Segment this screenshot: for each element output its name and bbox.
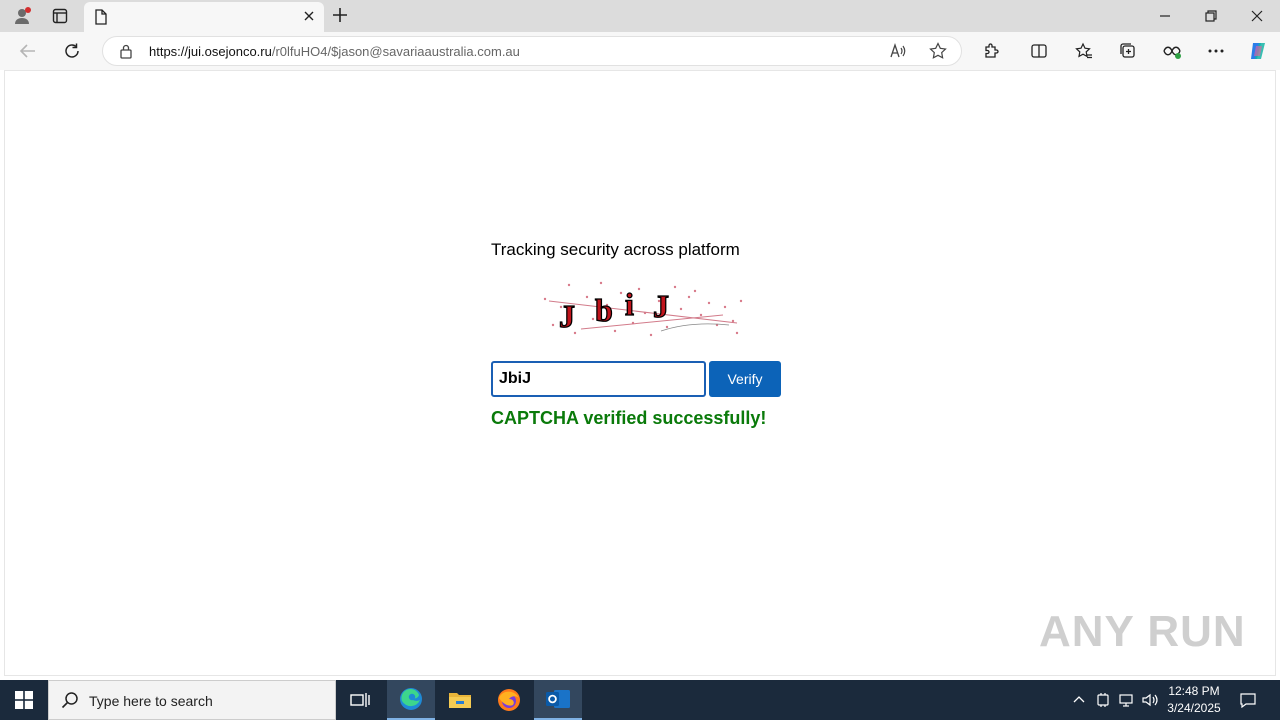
url-path: /r0lfuHO4/$jason@savariaaustralia.com.au [271,44,520,59]
tab-actions-icon[interactable] [46,4,74,28]
browser-essentials-icon[interactable] [1158,38,1186,64]
restore-icon[interactable] [1188,4,1234,28]
page-document-icon [94,9,108,30]
close-window-icon[interactable] [1234,4,1280,28]
start-button[interactable] [0,680,48,720]
more-options-icon[interactable] [1202,38,1230,64]
task-view-icon[interactable] [336,680,384,720]
refresh-icon[interactable] [58,38,86,64]
captcha-glyph-1: J [559,298,575,334]
copilot-icon[interactable] [1244,38,1272,64]
outlook-icon[interactable] [534,680,582,720]
lock-icon[interactable] [119,43,133,64]
favorites-icon[interactable] [1070,38,1098,64]
browser-tab-bar [0,0,1280,32]
collections-icon[interactable] [1114,38,1142,64]
url-text[interactable]: https://jui.osejonco.ru/r0lfuHO4/$jason@… [149,44,520,59]
edge-taskbar-icon[interactable] [387,680,435,720]
show-hidden-icons-chevron-icon[interactable] [1068,680,1090,720]
captcha-glyph-2: b [595,292,613,328]
captcha-glyph-3: i [625,286,634,322]
network-icon[interactable] [1116,680,1138,720]
navigation-bar: https://jui.osejonco.ru/r0lfuHO4/$jason@… [0,32,1280,70]
clock-time: 12:48 PM [1168,684,1220,698]
clock-date: 3/24/2025 [1167,701,1221,715]
volume-icon[interactable] [1140,680,1162,720]
taskbar-search-box[interactable]: Type here to search [48,680,336,720]
page-heading: Tracking security across platform [491,240,740,259]
file-explorer-icon[interactable] [436,680,484,720]
search-placeholder: Type here to search [89,693,213,709]
close-tab-icon[interactable] [302,9,316,28]
notifications-icon[interactable] [1236,680,1260,720]
split-screen-icon[interactable] [1025,38,1053,64]
page-viewport: Tracking security across platform J b i … [4,70,1276,676]
read-aloud-icon[interactable] [889,42,907,65]
extensions-icon[interactable] [977,38,1005,64]
back-icon[interactable] [14,38,42,64]
firefox-icon[interactable] [485,680,533,720]
url-host: https://jui.osejonco.ru [149,44,272,59]
windows-logo-icon [15,691,33,709]
address-bar[interactable]: https://jui.osejonco.ru/r0lfuHO4/$jason@… [102,36,962,66]
success-message: CAPTCHA verified successfully! [491,408,767,428]
tray-device-icon[interactable] [1092,680,1114,720]
captcha-glyph-4: J [653,288,669,324]
minimize-icon[interactable] [1142,4,1188,28]
watermark-logo: ANY RUN [1039,607,1246,656]
new-tab-icon[interactable] [330,5,350,30]
verify-button[interactable]: Verify [709,361,781,397]
captcha-image: J b i J [543,281,743,337]
favorite-star-icon[interactable] [929,42,947,65]
search-icon [61,691,79,714]
system-clock[interactable]: 12:48 PM 3/24/2025 [1160,683,1228,717]
taskbar: Type here to search 12:48 PM 3/24/2025 [0,680,1280,720]
tab-active[interactable] [84,2,324,32]
captcha-input[interactable] [491,361,706,397]
profile-icon[interactable] [8,4,36,28]
